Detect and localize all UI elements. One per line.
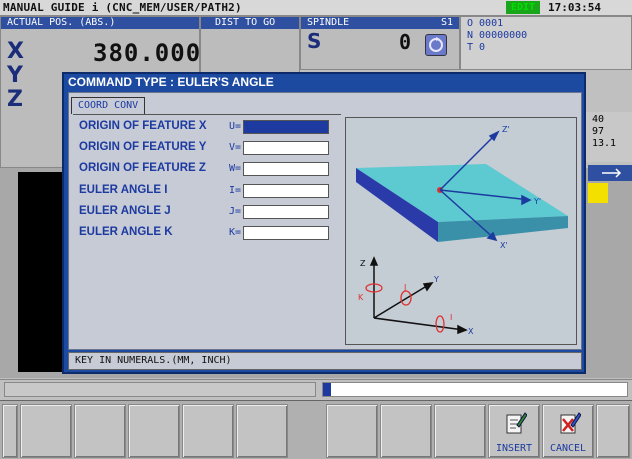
axis-x-label: X bbox=[7, 39, 24, 64]
euler-i-input[interactable] bbox=[243, 184, 329, 198]
cancel-icon bbox=[560, 412, 581, 434]
field-letter-i: I= bbox=[228, 185, 241, 196]
spindle-panel: SPINDLE S1 S 0 bbox=[300, 16, 460, 70]
y-prime-label: Y' bbox=[533, 197, 541, 206]
softkey-next[interactable] bbox=[596, 404, 630, 458]
rotation-i-icon bbox=[435, 315, 445, 333]
euler-diagram-icon: Z' Y' X' Z Y X K J I bbox=[356, 125, 568, 336]
softkey-2[interactable] bbox=[74, 404, 126, 458]
y-axis-label: Y bbox=[433, 275, 439, 284]
insert-button[interactable]: INSERT bbox=[488, 404, 540, 458]
title-bar: MANUAL GUIDE i (CNC_MEM/USER/PATH2) EDIT… bbox=[0, 0, 632, 16]
message-field-left bbox=[4, 382, 316, 397]
origin-z-input[interactable] bbox=[243, 162, 329, 176]
message-bar bbox=[0, 379, 632, 399]
right-values-panel: 40 97 13.1 bbox=[584, 112, 632, 162]
insert-icon bbox=[506, 412, 527, 434]
euler-angle-figure: Z' Y' X' Z Y X K J I bbox=[345, 117, 577, 345]
softkey-8[interactable] bbox=[434, 404, 486, 458]
dialog-body: COORD CONV ORIGIN OF FEATURE X U= ORIGIN… bbox=[68, 92, 582, 350]
x-prime-label: X' bbox=[500, 241, 508, 250]
spindle-letter: S bbox=[307, 29, 322, 53]
actual-pos-header: ACTUAL POS. (ABS.) bbox=[1, 17, 199, 29]
j-rotation-label: J bbox=[403, 283, 406, 292]
right-value-3: 13.1 bbox=[592, 138, 617, 149]
field-list: ORIGIN OF FEATURE X U= ORIGIN OF FEATURE… bbox=[73, 114, 341, 348]
spindle-id: S1 bbox=[441, 17, 454, 28]
tool-number: T 0 bbox=[467, 42, 486, 53]
origin-y-input[interactable] bbox=[243, 141, 329, 155]
status-message: KEY IN NUMERALS.(MM, INCH) bbox=[68, 352, 582, 370]
softkey-4[interactable] bbox=[182, 404, 234, 458]
softkey-7[interactable] bbox=[380, 404, 432, 458]
field-letter-j: J= bbox=[228, 206, 241, 217]
field-label-euler-i: EULER ANGLE I bbox=[79, 184, 168, 196]
x-axis-label: X bbox=[468, 327, 474, 336]
dist-to-go-header: DIST TO GO bbox=[201, 17, 299, 29]
field-letter-v: V= bbox=[228, 142, 241, 153]
program-number: O 0001 bbox=[467, 18, 504, 29]
right-value-1: 40 bbox=[592, 114, 605, 125]
cancel-button[interactable]: CANCEL bbox=[542, 404, 594, 458]
i-rotation-label: I bbox=[450, 313, 452, 322]
cnc-screen: MANUAL GUIDE i (CNC_MEM/USER/PATH2) EDIT… bbox=[0, 0, 632, 459]
sequence-number: N 00000000 bbox=[467, 30, 528, 41]
z-prime-label: Z' bbox=[502, 125, 510, 134]
softkey-5[interactable] bbox=[236, 404, 288, 458]
softkey-return[interactable] bbox=[2, 404, 18, 458]
field-label-euler-j: EULER ANGLE J bbox=[79, 205, 171, 217]
spindle-speed-value: 0 bbox=[399, 30, 413, 54]
origin-x-input[interactable] bbox=[243, 120, 329, 134]
axis-z-label: Z bbox=[7, 87, 23, 112]
input-cursor bbox=[323, 383, 331, 396]
cancel-label: CANCEL bbox=[549, 443, 587, 454]
field-label-origin-y: ORIGIN OF FEATURE Y bbox=[79, 141, 207, 153]
message-field-right bbox=[322, 382, 628, 397]
spindle-label: SPINDLE bbox=[307, 17, 350, 28]
softkey-1[interactable] bbox=[20, 404, 72, 458]
right-value-2: 97 bbox=[592, 126, 605, 137]
k-rotation-label: K bbox=[358, 293, 364, 302]
graphic-viewport bbox=[18, 172, 64, 372]
x-position-value: 380.000 bbox=[93, 39, 202, 67]
spindle-header: SPINDLE S1 bbox=[301, 17, 459, 29]
status-indicator bbox=[588, 183, 608, 203]
euler-k-input[interactable] bbox=[243, 226, 329, 240]
field-letter-u: U= bbox=[228, 121, 241, 132]
field-label-origin-x: ORIGIN OF FEATURE X bbox=[79, 120, 207, 132]
dialog-title: COMMAND TYPE : EULER'S ANGLE bbox=[68, 75, 274, 89]
euler-j-input[interactable] bbox=[243, 205, 329, 219]
field-letter-k: K= bbox=[228, 227, 241, 238]
tab-coord-conv[interactable]: COORD CONV bbox=[71, 97, 146, 114]
softkey-bar: INSERT CANCEL bbox=[0, 400, 632, 459]
softkey-6[interactable] bbox=[326, 404, 378, 458]
field-label-euler-k: EULER ANGLE K bbox=[79, 226, 173, 238]
insert-label: INSERT bbox=[495, 443, 533, 454]
field-letter-w: W= bbox=[228, 163, 241, 174]
window-title: MANUAL GUIDE i (CNC_MEM/USER/PATH2) bbox=[3, 1, 242, 14]
euler-angle-dialog: COMMAND TYPE : EULER'S ANGLE COORD CONV … bbox=[62, 72, 586, 374]
arrow-tab bbox=[588, 165, 632, 181]
axis-y-label: Y bbox=[7, 63, 23, 88]
z-axis-label: Z bbox=[360, 259, 366, 268]
field-label-origin-z: ORIGIN OF FEATURE Z bbox=[79, 162, 206, 174]
spindle-rotation-icon bbox=[425, 34, 447, 56]
program-info-panel: O 0001 N 00000000 T 0 bbox=[460, 16, 632, 70]
mode-indicator: EDIT bbox=[506, 1, 540, 14]
softkey-3[interactable] bbox=[128, 404, 180, 458]
clock: 17:03:54 bbox=[548, 1, 601, 14]
